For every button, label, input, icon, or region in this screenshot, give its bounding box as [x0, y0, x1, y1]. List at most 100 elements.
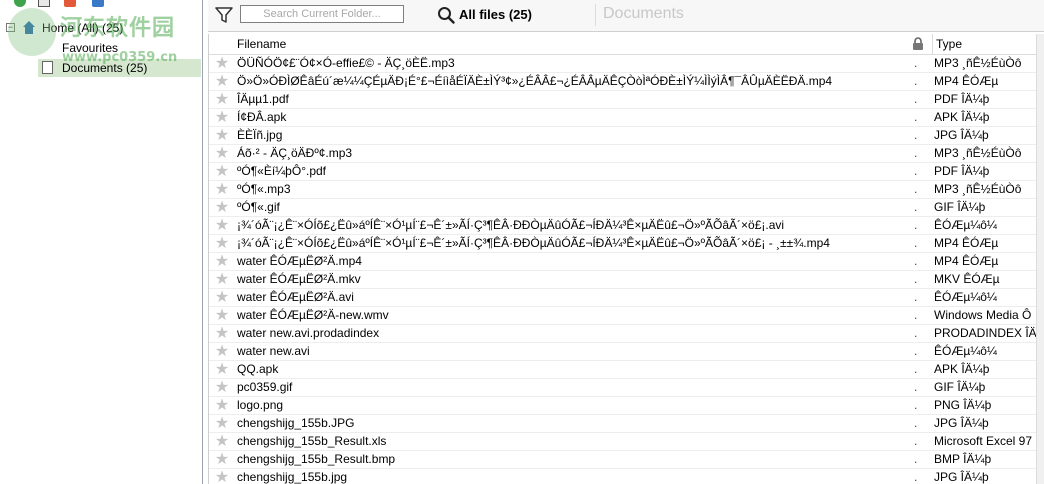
table-row[interactable]: ★ water new.avi. ÊÓÆµ¼ô¼­ [209, 343, 1037, 361]
table-row[interactable]: ★ ¡¾´óÃ¨¡¿Ê¨×ÓÍõ£¿Ëû»áºÍÊ¨×Ó¹µÍ¨£¬Ê´±»ÃÍ·… [209, 235, 1037, 253]
table-row[interactable]: ★ Ö»Ö»ÓÐÌØÊâÉú´æ¼¼ÇÉµÄÐ¡É°£¬ÉíìåÉÏÄÈ±ÌÝ³¢… [209, 73, 1037, 91]
list-icon[interactable] [38, 0, 50, 7]
favourite-star-icon[interactable]: ★ [213, 361, 231, 378]
file-type: APK ÎÄ¼þ [934, 362, 990, 376]
favourite-star-icon[interactable]: ★ [213, 433, 231, 450]
table-row[interactable]: ★ logo.png. PNG ÎÄ¼þ [209, 397, 1037, 415]
favourite-star-icon[interactable]: ★ [213, 271, 231, 288]
table-row[interactable]: ★ chengshijg_155b_Result.bmp. BMP ÎÄ¼þ [209, 451, 1037, 469]
favourite-star-icon[interactable]: ★ [213, 343, 231, 360]
tree-item-favourites-label: Favourites [62, 41, 119, 55]
table-row[interactable]: ★ water new.avi.prodadindex. PRODADINDEX Î… [209, 325, 1037, 343]
favourite-star-icon[interactable]: ★ [213, 235, 231, 252]
column-header-favourite[interactable] [209, 34, 233, 54]
search-icon[interactable] [437, 6, 455, 24]
file-type: MP3 ¸ñÊ½ÉùÒô [934, 182, 1022, 196]
file-name: water ÊÓÆµËØ²Ä.mkv [237, 272, 361, 286]
file-name: water ÊÓÆµËØ²Ä.avi [237, 290, 354, 304]
scrollbar[interactable] [1036, 34, 1044, 484]
table-row[interactable]: ★ water ÊÓÆµËØ²Ä-new.wmv. Windows Media Ô [209, 307, 1037, 325]
favourite-star-icon[interactable]: ★ [213, 55, 231, 72]
lock-status: . [914, 416, 918, 430]
favourite-star-icon[interactable]: ★ [213, 379, 231, 396]
file-type: MP4 ÊÓÆµ [934, 254, 999, 268]
tree-item-home-label: Home (All) (25) [42, 21, 124, 35]
file-name: Áõ·² - ÄÇ¸öÄÐº¢.mp3 [237, 146, 353, 160]
file-name: logo.png [237, 398, 284, 412]
lock-status: . [914, 182, 918, 196]
favourite-star-icon[interactable]: ★ [213, 109, 231, 126]
file-name: ºÓ¶«Èí¼þÔ°.pdf [237, 164, 327, 178]
table-row[interactable]: ★ Í¢ÐÂ.apk. APK ÎÄ¼þ [209, 109, 1037, 127]
table-row[interactable]: ★ water ÊÓÆµËØ²Ä.avi. ÊÓÆµ¼ô¼­ [209, 289, 1037, 307]
file-name: ÖÜÑÓÖ¢£¨Ó¢×Ó-effie£© - ÄÇ¸öÈË.mp3 [237, 56, 455, 70]
favourite-star-icon[interactable]: ★ [213, 253, 231, 270]
favourite-star-icon[interactable]: ★ [213, 469, 231, 484]
favourite-star-icon[interactable]: ★ [213, 127, 231, 144]
file-name: water new.avi [237, 344, 310, 358]
table-row[interactable]: ★ QQ.apk. APK ÎÄ¼þ [209, 361, 1037, 379]
lock-icon[interactable] [911, 37, 925, 51]
lock-status: . [914, 470, 918, 484]
favourite-star-icon[interactable]: ★ [213, 163, 231, 180]
tree-item-favourites[interactable]: Favourites [0, 38, 202, 58]
tree-item-home[interactable]: − Home (All) (25) [0, 18, 202, 38]
table-row[interactable]: ★ ¡¾´óÃ¨¡¿Ê¨×ÓÍõ£¿Ëû»áºÍÊ¨×Ó¹µÍ¨£¬Ê´±»ÃÍ·… [209, 217, 1037, 235]
table-row[interactable]: ★ ÈÈÏñ.jpg. JPG ÎÄ¼þ [209, 127, 1037, 145]
lock-status: . [914, 218, 918, 232]
lock-status: . [914, 434, 918, 448]
lock-status: . [914, 380, 918, 394]
favourite-star-icon[interactable]: ★ [213, 451, 231, 468]
file-type: JPG ÎÄ¼þ [934, 470, 989, 484]
file-name: chengshijg_155b.JPG [237, 416, 355, 430]
tab-documents[interactable]: Documents [603, 5, 684, 23]
file-type: Windows Media Ô [934, 308, 1032, 322]
favourite-star-icon[interactable]: ★ [213, 307, 231, 324]
home-icon [22, 21, 36, 35]
filter-icon[interactable] [215, 6, 233, 24]
table-row[interactable]: ★ chengshijg_155b.JPG. JPG ÎÄ¼þ [209, 415, 1037, 433]
folder-tree-pane: − Home (All) (25) Favourites Documents (… [0, 0, 203, 484]
file-rows: ★ ÖÜÑÓÖ¢£¨Ó¢×Ó-effie£© - ÄÇ¸öÈË.mp3. MP3 ¸… [209, 55, 1037, 484]
user-icon[interactable] [92, 0, 104, 7]
tree-item-documents[interactable]: Documents (25) [0, 58, 202, 78]
file-type: GIF ÎÄ¼þ [934, 380, 986, 394]
table-row[interactable]: ★ ºÓ¶«.mp3. MP3 ¸ñÊ½ÉùÒô [209, 181, 1037, 199]
file-list: Filename Type ★ ÖÜÑÓÖ¢£¨Ó¢×Ó-effie£© - ÄÇ… [208, 34, 1037, 484]
table-row[interactable]: ★ ÎÄµµ1.pdf. PDF ÎÄ¼þ [209, 91, 1037, 109]
table-row[interactable]: ★ chengshijg_155b_Result.xls. Microsoft Ex… [209, 433, 1037, 451]
favourite-star-icon[interactable]: ★ [213, 415, 231, 432]
search-folder-input[interactable] [240, 5, 404, 23]
column-header-type[interactable]: Type [932, 34, 962, 54]
table-row[interactable]: ★ pc0359.gif. GIF ÎÄ¼þ [209, 379, 1037, 397]
favourite-star-icon[interactable]: ★ [213, 199, 231, 216]
file-name: water new.avi.prodadindex [237, 326, 380, 340]
favourite-star-icon[interactable]: ★ [213, 325, 231, 342]
table-row[interactable]: ★ water ÊÓÆµËØ²Ä.mp4. MP4 ÊÓÆµ [209, 253, 1037, 271]
favourite-star-icon[interactable]: ★ [213, 397, 231, 414]
file-name: chengshijg_155b_Result.bmp [237, 452, 396, 466]
file-type: JPG ÎÄ¼þ [934, 128, 989, 142]
lock-status: . [914, 272, 918, 286]
table-row[interactable]: ★ water ÊÓÆµËØ²Ä.mkv. MKV ÊÓÆµ [209, 271, 1037, 289]
table-row[interactable]: ★ ºÓ¶«.gif. GIF ÎÄ¼þ [209, 199, 1037, 217]
file-name: ÎÄµµ1.pdf [237, 92, 289, 106]
remove-icon[interactable] [64, 0, 76, 7]
favourite-star-icon[interactable]: ★ [213, 217, 231, 234]
table-row[interactable]: ★ ÖÜÑÓÖ¢£¨Ó¢×Ó-effie£© - ÄÇ¸öÈË.mp3. MP3 ¸… [209, 55, 1037, 73]
favourite-star-icon[interactable]: ★ [213, 91, 231, 108]
favourite-star-icon[interactable]: ★ [213, 289, 231, 306]
table-row[interactable]: ★ Áõ·² - ÄÇ¸öÄÐº¢.mp3. MP3 ¸ñÊ½ÉùÒô [209, 145, 1037, 163]
favourite-star-icon[interactable]: ★ [213, 145, 231, 162]
lock-status: . [914, 74, 918, 88]
favourite-star-icon[interactable]: ★ [213, 181, 231, 198]
file-name: water ÊÓÆµËØ²Ä-new.wmv [237, 308, 389, 322]
lock-status: . [914, 236, 918, 250]
table-row[interactable]: ★ ºÓ¶«Èí¼þÔ°.pdf. PDF ÎÄ¼þ [209, 163, 1037, 181]
favourite-star-icon[interactable]: ★ [213, 73, 231, 90]
collapse-icon[interactable]: − [6, 23, 15, 32]
table-row[interactable]: ★ chengshijg_155b.jpg. JPG ÎÄ¼þ [209, 469, 1037, 484]
add-icon[interactable] [14, 0, 26, 7]
column-header-filename[interactable]: Filename [237, 34, 286, 54]
file-type: MP4 ÊÓÆµ [934, 236, 999, 250]
